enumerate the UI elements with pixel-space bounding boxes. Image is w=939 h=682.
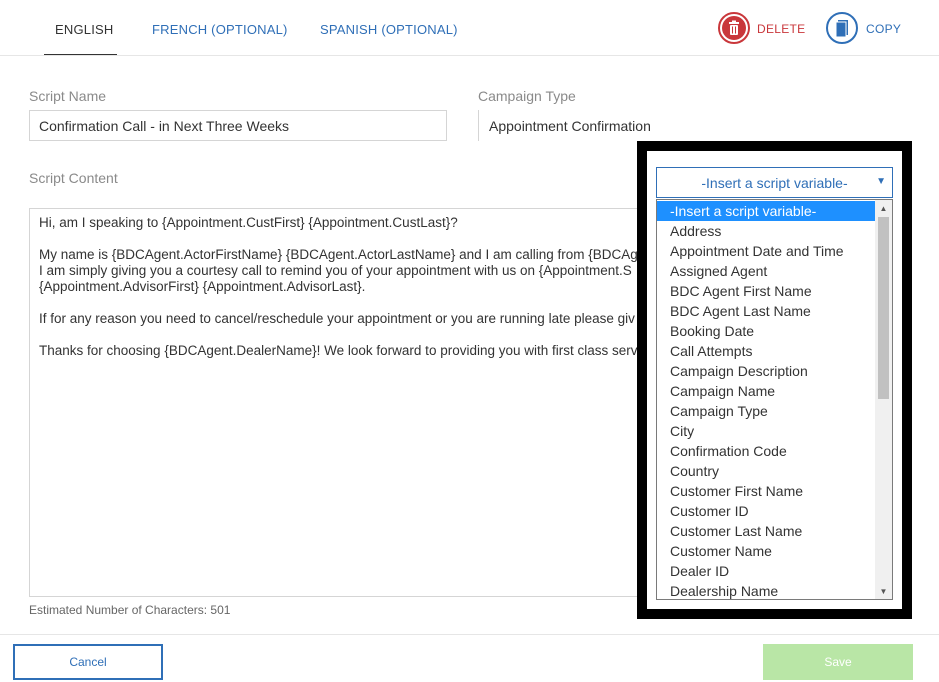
delete-label[interactable]: DELETE bbox=[757, 22, 805, 36]
tab-english[interactable]: ENGLISH bbox=[55, 22, 113, 37]
scrollbar[interactable]: ▲ ▼ bbox=[875, 200, 892, 599]
tab-spanish[interactable]: SPANISH (OPTIONAL) bbox=[320, 22, 458, 37]
option-item[interactable]: -Insert a script variable- bbox=[657, 201, 875, 221]
cancel-button[interactable]: Cancel bbox=[13, 644, 163, 680]
option-item[interactable]: City bbox=[657, 421, 875, 441]
scrollbar-thumb[interactable] bbox=[878, 217, 889, 399]
select-value: -Insert a script variable- bbox=[701, 174, 848, 191]
footer-divider bbox=[0, 634, 939, 635]
option-item[interactable]: Campaign Description bbox=[657, 361, 875, 381]
delete-button[interactable] bbox=[718, 12, 750, 44]
script-name-input[interactable] bbox=[29, 110, 447, 141]
option-item[interactable]: Customer ID bbox=[657, 501, 875, 521]
script-variable-select[interactable]: -Insert a script variable- ▼ bbox=[656, 167, 893, 198]
trash-icon bbox=[722, 16, 746, 40]
option-item[interactable]: Campaign Type bbox=[657, 401, 875, 421]
copy-icon bbox=[830, 16, 854, 40]
option-item[interactable]: Customer First Name bbox=[657, 481, 875, 501]
save-button[interactable]: Save bbox=[763, 644, 913, 680]
script-content-label: Script Content bbox=[29, 170, 118, 186]
option-item[interactable]: BDC Agent First Name bbox=[657, 281, 875, 301]
option-item[interactable]: Confirmation Code bbox=[657, 441, 875, 461]
option-item[interactable]: BDC Agent Last Name bbox=[657, 301, 875, 321]
option-item[interactable]: Call Attempts bbox=[657, 341, 875, 361]
option-item[interactable]: Customer Last Name bbox=[657, 521, 875, 541]
campaign-type-label: Campaign Type bbox=[478, 88, 576, 104]
option-item[interactable]: Assigned Agent bbox=[657, 261, 875, 281]
option-item[interactable]: Customer Name bbox=[657, 541, 875, 561]
script-variable-options[interactable]: -Insert a script variable- Address Appoi… bbox=[656, 199, 893, 600]
script-name-label: Script Name bbox=[29, 88, 107, 104]
option-item[interactable]: Country bbox=[657, 461, 875, 481]
option-item[interactable]: Dealer ID bbox=[657, 561, 875, 581]
option-item[interactable]: Campaign Name bbox=[657, 381, 875, 401]
option-item[interactable]: Booking Date bbox=[657, 321, 875, 341]
character-count: Estimated Number of Characters: 501 bbox=[29, 603, 231, 617]
scroll-up-icon[interactable]: ▲ bbox=[875, 200, 892, 216]
option-item[interactable]: Address bbox=[657, 221, 875, 241]
tab-french[interactable]: FRENCH (OPTIONAL) bbox=[152, 22, 288, 37]
scroll-down-icon[interactable]: ▼ bbox=[875, 583, 892, 599]
campaign-type-value: Appointment Confirmation bbox=[478, 110, 678, 141]
option-item[interactable]: Dealership Name bbox=[657, 581, 875, 599]
tabs-divider bbox=[0, 55, 939, 56]
chevron-down-icon: ▼ bbox=[876, 176, 886, 187]
copy-button[interactable] bbox=[826, 12, 858, 44]
copy-label[interactable]: COPY bbox=[866, 22, 901, 36]
option-item[interactable]: Appointment Date and Time bbox=[657, 241, 875, 261]
